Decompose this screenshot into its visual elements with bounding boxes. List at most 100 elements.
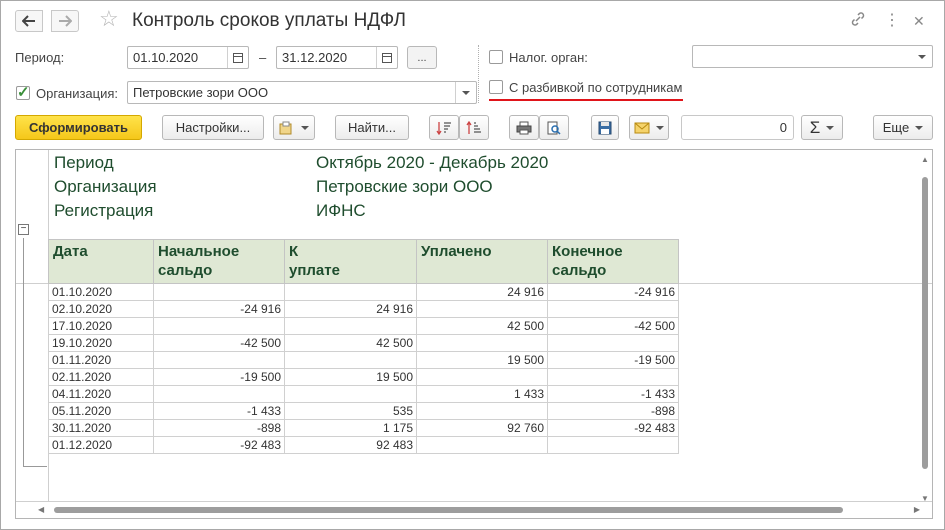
kebab-menu-icon[interactable]: ⋮ xyxy=(884,11,900,31)
amount-cell[interactable]: 42 500 xyxy=(284,334,417,352)
report-document[interactable]: − Период Октябрь 2020 - Декабрь 2020 Орг… xyxy=(15,149,933,519)
settings-button[interactable]: Настройки... xyxy=(162,115,264,140)
amount-cell[interactable]: -92 483 xyxy=(547,419,679,437)
amount-cell[interactable]: 92 760 xyxy=(416,419,548,437)
amount-cell[interactable]: -19 500 xyxy=(153,368,285,386)
amount-cell[interactable]: -24 916 xyxy=(153,300,285,318)
amount-cell[interactable]: -42 500 xyxy=(547,317,679,335)
forward-arrow-icon xyxy=(59,15,72,27)
column-header-paid[interactable]: Уплачено xyxy=(416,239,548,284)
chevron-down-icon[interactable] xyxy=(911,46,932,67)
sort-desc-icon xyxy=(436,121,451,135)
window-title: Контроль сроков уплаты НДФЛ xyxy=(132,10,407,31)
amount-cell[interactable] xyxy=(284,385,417,403)
scroll-down-icon[interactable]: ▼ xyxy=(921,494,929,503)
amount-cell[interactable] xyxy=(416,402,548,420)
amount-cell[interactable] xyxy=(153,317,285,335)
date-cell[interactable]: 19.10.2020 xyxy=(48,334,154,352)
amount-cell[interactable]: -1 433 xyxy=(153,402,285,420)
amount-cell[interactable]: -898 xyxy=(153,419,285,437)
amount-cell[interactable]: -92 483 xyxy=(153,436,285,454)
scroll-left-icon[interactable]: ◀ xyxy=(38,505,44,514)
date-to-field[interactable]: 31.12.2020 xyxy=(276,46,398,69)
date-cell[interactable]: 01.11.2020 xyxy=(48,351,154,369)
horizontal-scrollbar[interactable]: ◀ ▶ xyxy=(34,504,920,516)
more-menu-button[interactable]: Еще xyxy=(873,115,933,140)
amount-cell[interactable] xyxy=(284,351,417,369)
link-icon[interactable] xyxy=(850,11,866,33)
column-header-closing-balance[interactable]: Конечное сальдо xyxy=(547,239,679,284)
date-cell[interactable]: 04.11.2020 xyxy=(48,385,154,403)
generate-button[interactable]: Сформировать xyxy=(15,115,142,140)
date-cell[interactable]: 02.11.2020 xyxy=(48,368,154,386)
amount-cell[interactable]: 535 xyxy=(284,402,417,420)
tax-authority-checkbox[interactable] xyxy=(489,50,503,64)
sort-ascending-button[interactable] xyxy=(459,115,489,140)
amount-cell[interactable] xyxy=(547,334,679,352)
amount-cell[interactable]: -42 500 xyxy=(153,334,285,352)
amount-cell[interactable]: 92 483 xyxy=(284,436,417,454)
amount-cell[interactable]: 19 500 xyxy=(284,368,417,386)
amount-cell[interactable] xyxy=(416,334,548,352)
collapse-group-button[interactable]: − xyxy=(18,224,29,235)
organization-checkbox[interactable] xyxy=(16,83,30,101)
date-cell[interactable]: 05.11.2020 xyxy=(48,402,154,420)
report-param-label: Регистрация xyxy=(54,201,154,220)
back-button[interactable] xyxy=(15,10,43,32)
column-header-date[interactable]: Дата xyxy=(48,239,154,284)
sum-mode-button[interactable]: Σ xyxy=(801,115,843,140)
amount-cell[interactable] xyxy=(547,300,679,318)
amount-cell[interactable]: -24 916 xyxy=(547,283,679,301)
vertical-scroll-thumb[interactable] xyxy=(922,177,928,469)
date-from-field[interactable]: 01.10.2020 xyxy=(127,46,249,69)
sort-descending-button[interactable] xyxy=(429,115,459,140)
date-cell[interactable]: 30.11.2020 xyxy=(48,419,154,437)
amount-cell[interactable]: -19 500 xyxy=(547,351,679,369)
calendar-icon[interactable] xyxy=(376,47,397,68)
amount-cell[interactable]: 24 916 xyxy=(416,283,548,301)
scroll-right-icon[interactable]: ▶ xyxy=(914,505,920,514)
amount-cell[interactable]: 42 500 xyxy=(416,317,548,335)
horizontal-scroll-thumb[interactable] xyxy=(54,507,843,513)
date-cell[interactable]: 01.10.2020 xyxy=(48,283,154,301)
amount-cell[interactable] xyxy=(547,368,679,386)
amount-cell[interactable]: 24 916 xyxy=(284,300,417,318)
column-header-payable[interactable]: Куплате xyxy=(284,239,417,284)
amount-cell[interactable] xyxy=(153,385,285,403)
favorite-star-icon[interactable]: ☆ xyxy=(99,8,119,30)
print-button[interactable] xyxy=(509,115,539,140)
amount-cell[interactable] xyxy=(153,351,285,369)
amount-cell[interactable] xyxy=(416,436,548,454)
vertical-scrollbar[interactable]: ▲ ▼ xyxy=(919,155,931,503)
print-preview-button[interactable] xyxy=(539,115,569,140)
selected-cells-sum-field[interactable]: 0 xyxy=(681,115,794,140)
amount-cell[interactable]: 1 175 xyxy=(284,419,417,437)
close-icon[interactable]: ✕ xyxy=(913,11,925,31)
chevron-down-icon[interactable] xyxy=(455,82,476,103)
date-cell[interactable]: 01.12.2020 xyxy=(48,436,154,454)
save-button[interactable] xyxy=(591,115,619,140)
amount-cell[interactable] xyxy=(416,368,548,386)
find-button[interactable]: Найти... xyxy=(335,115,409,140)
date-cell[interactable]: 17.10.2020 xyxy=(48,317,154,335)
organization-select[interactable]: Петровские зори ООО xyxy=(127,81,477,104)
forward-button[interactable] xyxy=(51,10,79,32)
amount-cell[interactable] xyxy=(547,436,679,454)
amount-cell[interactable] xyxy=(284,317,417,335)
amount-cell[interactable] xyxy=(284,283,417,301)
period-select-button[interactable]: ... xyxy=(407,46,437,69)
column-header-opening-balance[interactable]: Начальное сальдо xyxy=(153,239,285,284)
breakdown-checkbox[interactable] xyxy=(489,80,503,94)
variants-button[interactable] xyxy=(273,115,315,140)
amount-cell[interactable]: 19 500 xyxy=(416,351,548,369)
amount-cell[interactable] xyxy=(153,283,285,301)
send-email-button[interactable] xyxy=(629,115,669,140)
tax-authority-select[interactable] xyxy=(692,45,933,68)
scroll-up-icon[interactable]: ▲ xyxy=(921,155,929,164)
amount-cell[interactable]: -898 xyxy=(547,402,679,420)
amount-cell[interactable] xyxy=(416,300,548,318)
date-cell[interactable]: 02.10.2020 xyxy=(48,300,154,318)
amount-cell[interactable]: -1 433 xyxy=(547,385,679,403)
amount-cell[interactable]: 1 433 xyxy=(416,385,548,403)
calendar-icon[interactable] xyxy=(227,47,248,68)
